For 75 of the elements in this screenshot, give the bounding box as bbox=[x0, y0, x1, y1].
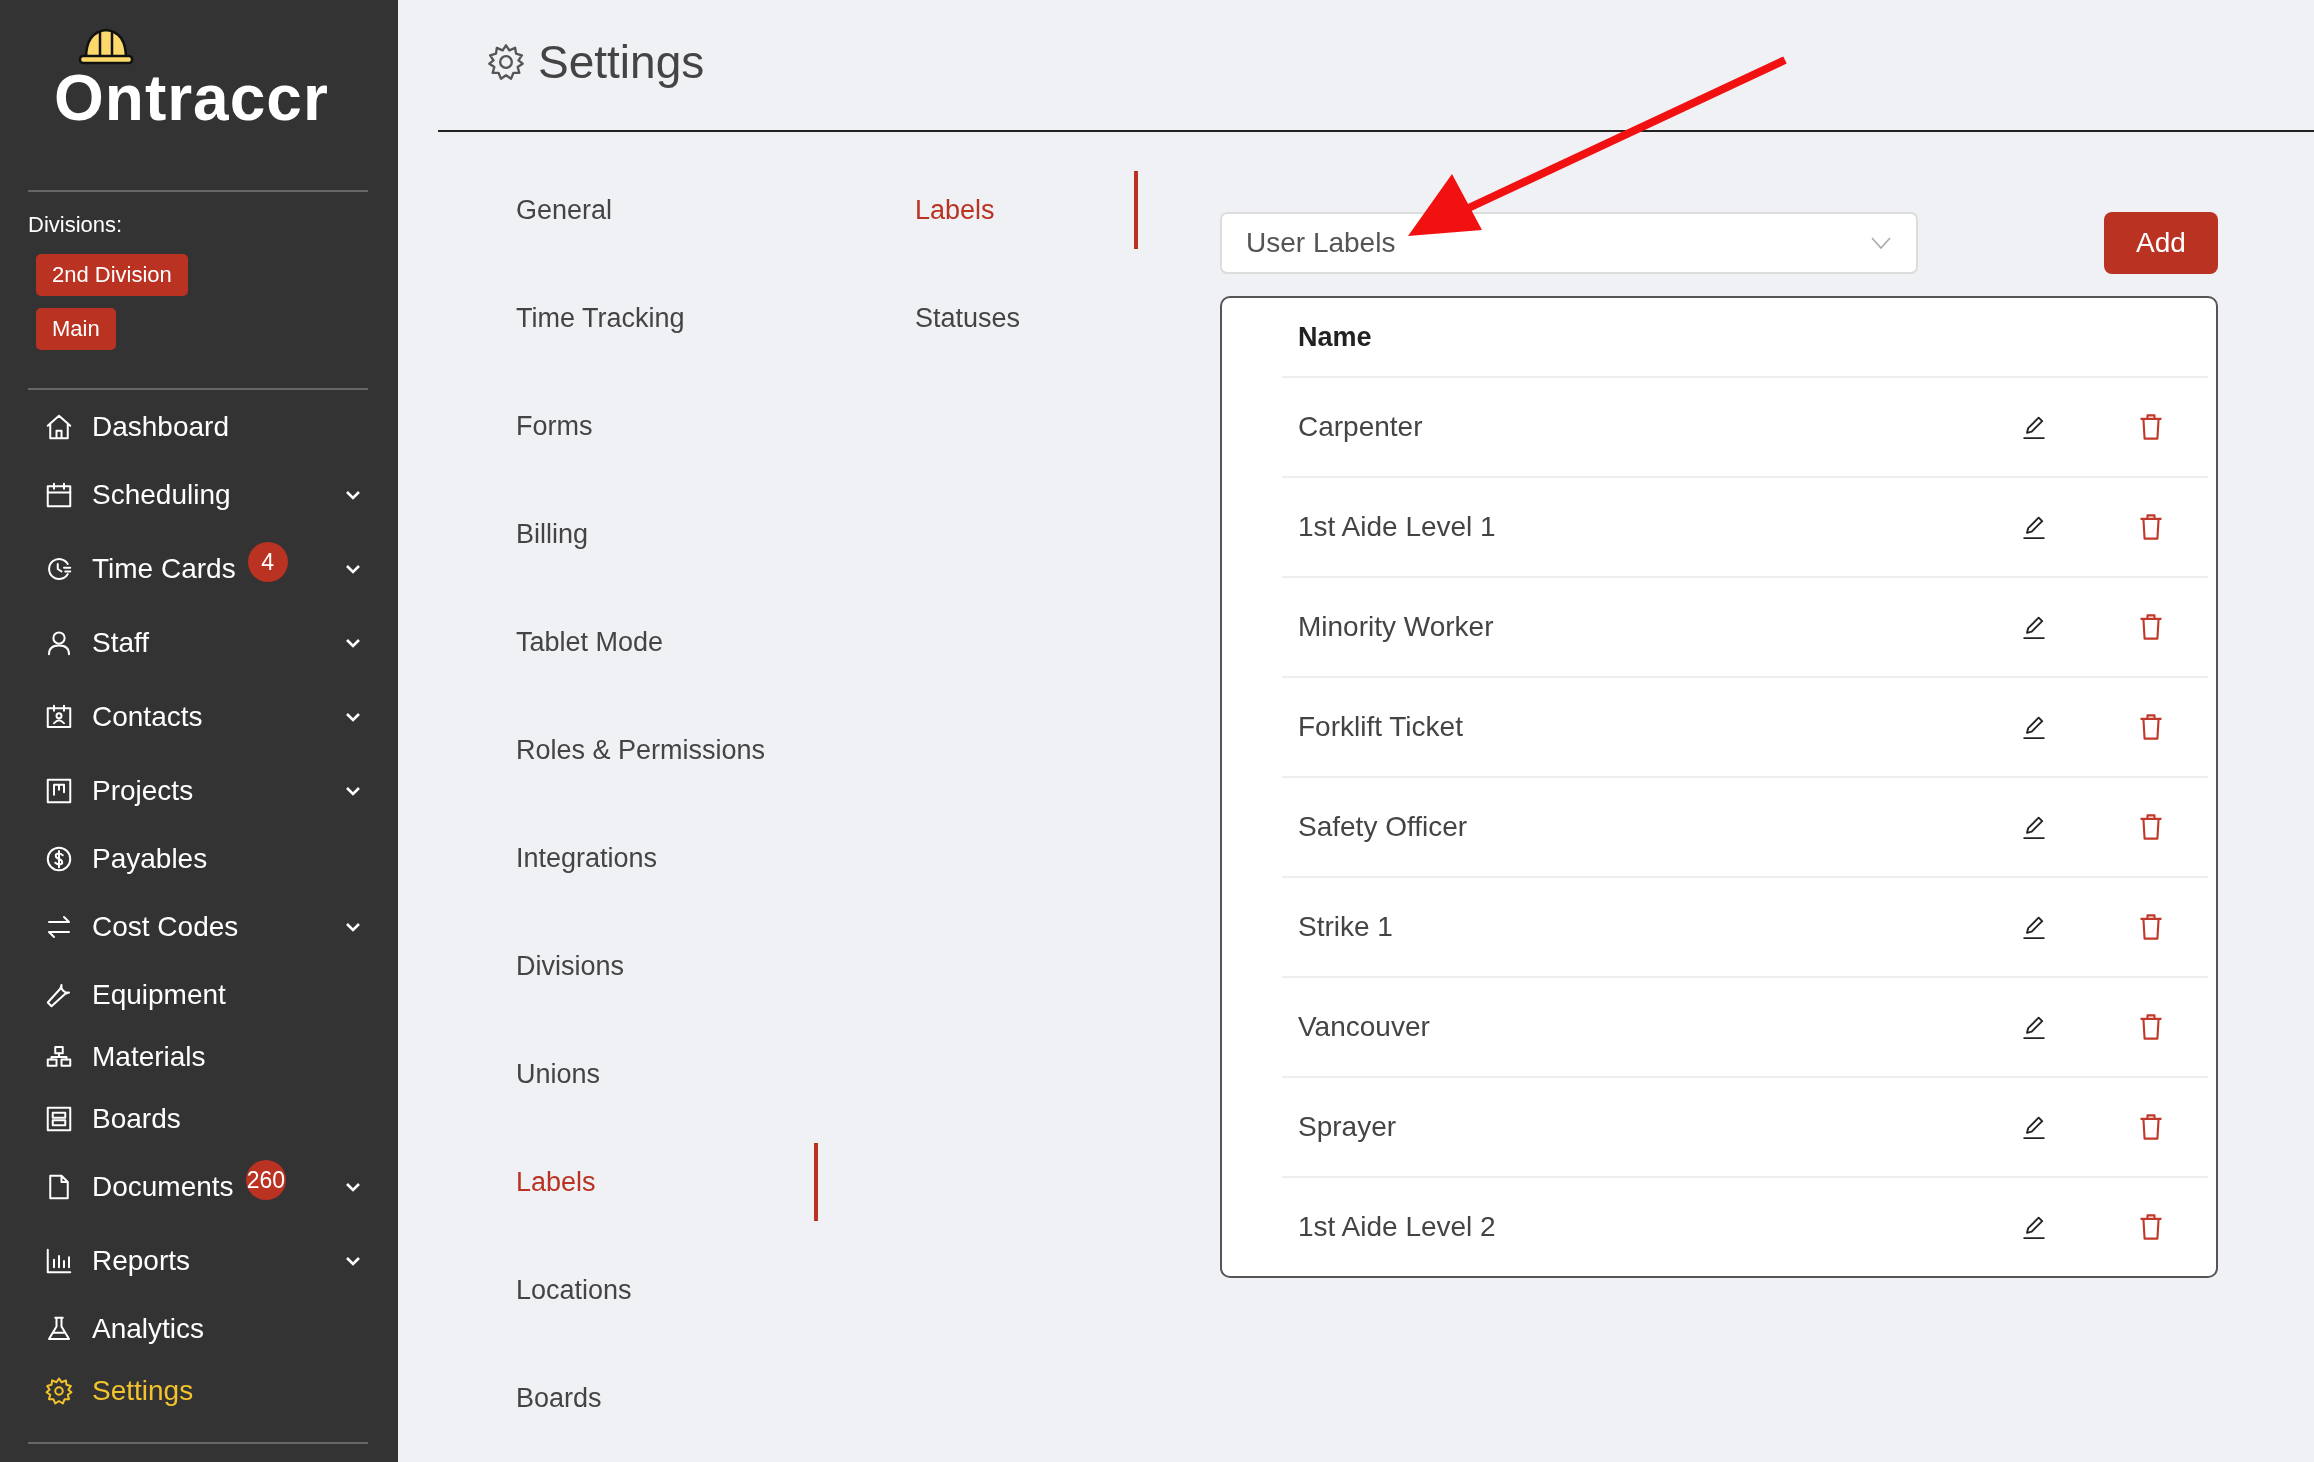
board-icon bbox=[44, 776, 74, 806]
hard-hat-icon bbox=[78, 26, 134, 66]
settings-menu-item[interactable]: Forms bbox=[438, 372, 818, 480]
division-tag[interactable]: 2nd Division bbox=[36, 254, 188, 296]
list-icon bbox=[44, 1104, 74, 1134]
chevron-down-icon bbox=[344, 563, 362, 575]
settings-menu-item[interactable]: Time Tracking bbox=[438, 264, 818, 372]
nav-item[interactable]: Equipment bbox=[28, 964, 368, 1026]
table-cell-text: Vancouver bbox=[1298, 1011, 1431, 1043]
nav-item[interactable]: Dashboard bbox=[28, 396, 368, 458]
table-cell-text: Minority Worker bbox=[1298, 611, 1495, 643]
divisions-label: Divisions: bbox=[28, 212, 124, 238]
table-cell-text: Forklift Ticket bbox=[1298, 711, 1464, 743]
nav-item[interactable]: Contacts bbox=[28, 680, 368, 754]
settings-menu-item[interactable]: Billing bbox=[438, 480, 818, 588]
nav-item[interactable]: Reports bbox=[28, 1224, 368, 1298]
nav-item[interactable]: Staff bbox=[28, 606, 368, 680]
chevron-down-icon bbox=[344, 921, 362, 933]
count-badge: 260 bbox=[245, 1160, 286, 1200]
home-icon bbox=[44, 412, 74, 442]
add-button[interactable]: Add bbox=[2104, 212, 2218, 274]
nav-item[interactable]: Documents 260 bbox=[28, 1150, 368, 1224]
settings-menu-item[interactable]: Unions bbox=[438, 1020, 818, 1128]
table-cell-text: Strike 1 bbox=[1298, 911, 1394, 943]
delete-icon[interactable] bbox=[2138, 1213, 2164, 1241]
settings-icon bbox=[44, 1376, 74, 1406]
settings-menu-item[interactable]: Divisions bbox=[438, 912, 818, 1020]
nav-item[interactable]: Time Cards 4 bbox=[28, 532, 368, 606]
page-title: Settings bbox=[538, 35, 705, 89]
nav-item[interactable]: Projects bbox=[28, 754, 368, 828]
settings-icon bbox=[486, 42, 526, 82]
nav-item[interactable]: Payables bbox=[28, 828, 368, 890]
nav-item[interactable]: Boards bbox=[28, 1088, 368, 1150]
table-cell-text: 1st Aide Level 1 bbox=[1298, 511, 1497, 543]
bar-chart-icon bbox=[44, 1246, 74, 1276]
labels-menu-item[interactable]: Labels bbox=[818, 171, 1138, 249]
table-cell-text: Sprayer bbox=[1298, 1111, 1398, 1143]
table-cell-text: Safety Officer bbox=[1298, 811, 1469, 843]
nav-item[interactable]: Settings bbox=[28, 1360, 368, 1422]
nav-item[interactable]: Analytics bbox=[28, 1298, 368, 1360]
table-cell-text: 1st Aide Level 2 bbox=[1298, 1211, 1497, 1243]
chevron-down-icon bbox=[344, 785, 362, 797]
table-cell-text: Carpenter bbox=[1298, 411, 1424, 443]
delete-icon[interactable] bbox=[2138, 813, 2164, 841]
chevron-down-icon bbox=[1870, 236, 1892, 250]
labels-menu-item[interactable]: Statuses bbox=[818, 264, 1138, 372]
delete-icon[interactable] bbox=[2138, 513, 2164, 541]
nav-item[interactable]: Materials bbox=[28, 1026, 368, 1088]
chevron-down-icon bbox=[344, 1181, 362, 1193]
division-tag[interactable]: Main bbox=[36, 308, 116, 350]
settings-menu-item[interactable]: Locations bbox=[438, 1236, 818, 1344]
nav-item[interactable]: Cost Codes bbox=[28, 890, 368, 964]
chevron-down-icon bbox=[344, 489, 362, 501]
nav-item[interactable]: Scheduling bbox=[28, 458, 368, 532]
settings-menu-item[interactable]: General bbox=[438, 156, 818, 264]
delete-icon[interactable] bbox=[2138, 1113, 2164, 1141]
count-badge: 4 bbox=[247, 542, 288, 582]
delete-icon[interactable] bbox=[2138, 713, 2164, 741]
label-type-dropdown[interactable]: User Labels bbox=[1220, 212, 1918, 274]
chevron-down-icon bbox=[344, 637, 362, 649]
settings-menu-item[interactable]: Integrations bbox=[438, 804, 818, 912]
delete-icon[interactable] bbox=[2138, 1013, 2164, 1041]
settings-menu-item[interactable]: Roles & Permissions bbox=[438, 696, 818, 804]
delete-icon[interactable] bbox=[2138, 613, 2164, 641]
chevron-down-icon bbox=[344, 711, 362, 723]
delete-icon[interactable] bbox=[2138, 413, 2164, 441]
calendar-icon bbox=[44, 480, 74, 510]
column-header: Name bbox=[1298, 321, 1372, 353]
chevron-down-icon bbox=[344, 1255, 362, 1267]
settings-menu-item[interactable]: Boards bbox=[438, 1344, 818, 1452]
delete-icon[interactable] bbox=[2138, 913, 2164, 941]
settings-menu-item[interactable]: Labels bbox=[438, 1143, 818, 1221]
settings-menu-item[interactable]: Tablet Mode bbox=[438, 588, 818, 696]
dollar-icon bbox=[44, 844, 74, 874]
app-logo: Ontraccr bbox=[54, 66, 329, 130]
